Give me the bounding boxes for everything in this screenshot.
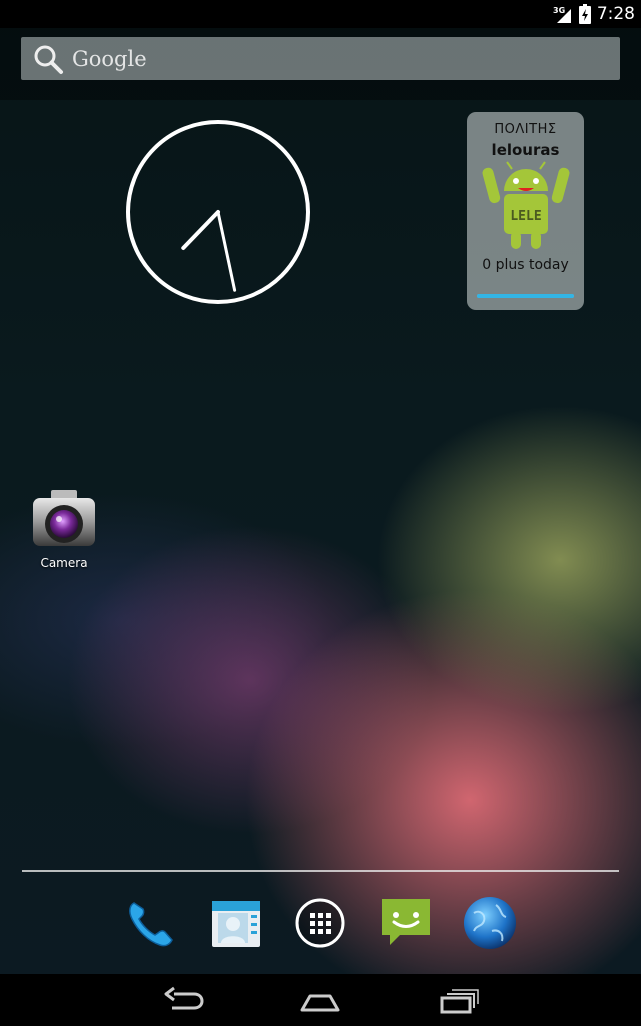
camera-app-shortcut[interactable]: Camera [24, 488, 104, 570]
status-icons: 3G 7:28 [553, 3, 635, 25]
recent-apps-icon [440, 989, 479, 1014]
recent-apps-button[interactable] [434, 986, 482, 1016]
search-icon [34, 45, 63, 74]
network-type-label: 3G [553, 6, 565, 15]
search-placeholder: Google [72, 46, 147, 71]
dock-all-apps-button[interactable] [292, 895, 348, 951]
signal-icon: 3G [553, 6, 571, 23]
plus-widget[interactable]: ΠΟΛΙΤΗΣ lelouras LELE 0 plus today [467, 112, 584, 310]
android-robot-icon: LELE [481, 161, 570, 249]
browser-icon [464, 897, 516, 949]
status-time: 7:28 [596, 4, 635, 24]
camera-app-label: Camera [40, 556, 88, 570]
contacts-icon [212, 901, 260, 947]
plus-progress-fill [477, 294, 574, 298]
all-apps-icon [295, 898, 345, 948]
plus-progress-bar [477, 294, 574, 298]
plus-widget-username: lelouras [491, 141, 560, 159]
battery-icon [578, 4, 591, 24]
dock-messaging-button[interactable] [378, 895, 434, 951]
dock-phone-button[interactable] [122, 895, 178, 951]
phone-icon [129, 902, 173, 947]
dock-browser-button[interactable] [462, 895, 518, 951]
plus-widget-title: ΠΟΛΙΤΗΣ [494, 122, 557, 137]
home-icon [300, 994, 340, 1012]
navigation-bar [0, 974, 641, 1026]
clock-face [126, 120, 310, 304]
clock-hour-hand [181, 210, 220, 250]
messaging-icon [382, 899, 430, 945]
back-icon [164, 986, 204, 1010]
back-button[interactable] [160, 986, 208, 1016]
clock-minute-hand [216, 210, 237, 292]
robot-shirt-text: LELE [510, 209, 541, 224]
analog-clock-widget[interactable] [124, 118, 312, 306]
google-search-bar[interactable]: Google [21, 37, 620, 80]
status-bar: 3G 7:28 [0, 0, 641, 28]
dock-contacts-button[interactable] [208, 895, 264, 951]
plus-count-text: 0 plus today [482, 257, 569, 273]
dock-divider [22, 870, 619, 872]
camera-icon [33, 490, 95, 546]
home-button[interactable] [296, 986, 344, 1016]
